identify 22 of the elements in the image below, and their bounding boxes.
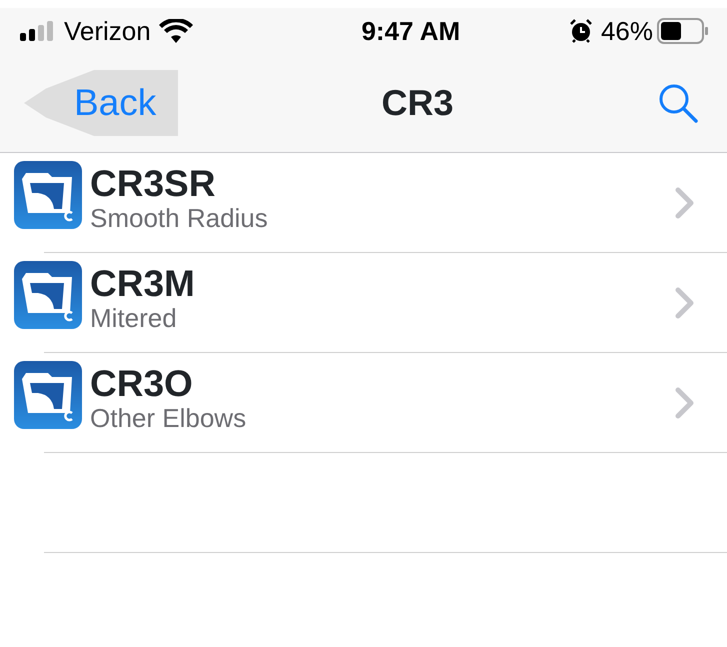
battery-percent: 46% — [600, 14, 653, 48]
nav-title: CR3 — [381, 81, 454, 125]
chevron-icon — [675, 287, 695, 319]
item-subtitle: Other Elbows — [90, 404, 246, 432]
signal-icon — [20, 21, 56, 41]
app-icon — [14, 161, 82, 229]
app-icon — [14, 261, 82, 329]
item-title: CR3SR — [90, 165, 216, 204]
chevron-icon — [675, 387, 695, 419]
item-title: CR3M — [90, 265, 195, 304]
back-button[interactable]: Back — [24, 70, 178, 136]
battery-icon — [656, 18, 709, 44]
carrier-name: Verizon — [64, 14, 151, 48]
chevron-icon — [675, 187, 695, 219]
alarm-icon — [568, 19, 593, 43]
item-subtitle: Mitered — [90, 304, 178, 332]
clock-time: 9:47 AM — [361, 14, 460, 48]
item-subtitle: Smooth Radius — [90, 204, 268, 232]
app-icon — [14, 361, 82, 429]
search-icon[interactable] — [657, 82, 699, 124]
wifi-icon — [158, 19, 193, 43]
item-title: CR3O — [90, 365, 194, 404]
